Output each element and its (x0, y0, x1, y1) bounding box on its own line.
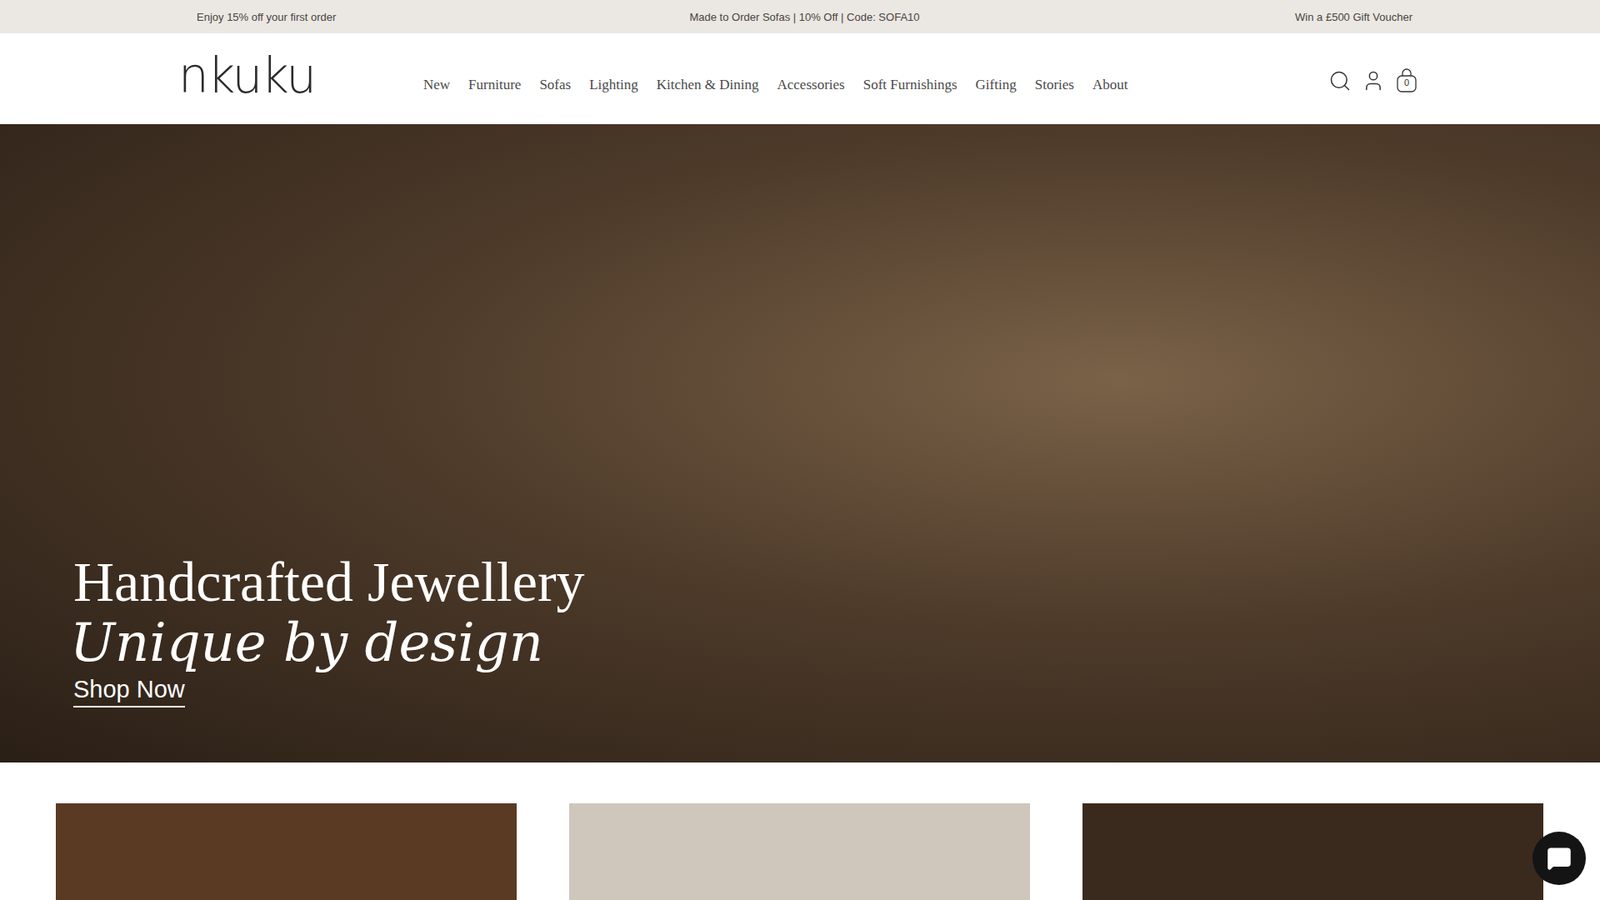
nav-item[interactable]: About (1092, 76, 1129, 94)
category-cards (0, 762, 1600, 900)
shop-now-link[interactable]: Shop Now (73, 675, 185, 708)
chat-icon (1546, 845, 1572, 871)
search-icon[interactable] (1328, 69, 1352, 93)
category-card[interactable] (55, 803, 517, 900)
nav-item[interactable]: Gifting (975, 76, 1017, 94)
header: nkukuNew Furniture Sofas Lighting Kitchen & … (0, 33, 1600, 125)
nav-item[interactable]: Stories (1035, 76, 1075, 94)
main-nav: New Furniture Sofas Lighting Kitchen & Dinin… (423, 76, 1329, 94)
account-icon[interactable] (1361, 69, 1385, 93)
category-card[interactable] (569, 803, 1030, 900)
announcement[interactable]: Win a £500 Gift Voucher (1295, 10, 1413, 24)
nav-item[interactable]: Lighting (589, 76, 639, 94)
nav-item[interactable]: Kitchen & Dining (656, 76, 760, 94)
hero-banner: Handcrafted JewelleryUnique by designSho… (0, 124, 1600, 763)
announcement-bar: Enjoy 15% off your first order Made to Or… (0, 0, 1600, 34)
nav-item[interactable]: Sofas (539, 76, 571, 94)
cart-count: 0 (1395, 77, 1419, 88)
category-card[interactable] (1082, 803, 1544, 900)
logo[interactable]: nkuku (178, 51, 424, 100)
announcement[interactable]: Enjoy 15% off your first order (196, 10, 336, 24)
announcement[interactable]: Made to Order Sofas | 10% Off | Code: SO… (689, 10, 920, 24)
header-icons: 0 (1328, 68, 1419, 94)
nav-item[interactable]: New (423, 76, 450, 94)
nav-item[interactable]: Soft Furnishings (863, 76, 958, 94)
nav-item[interactable]: Accessories (777, 76, 845, 94)
hero-title: Handcrafted Jewellery (73, 550, 1600, 614)
hero-subtitle: Unique by design (70, 612, 1600, 675)
nav-item[interactable]: Furniture (468, 76, 521, 94)
page: Enjoy 15% off your first order Made to Or… (0, 0, 1600, 900)
cart[interactable]: 0 (1395, 68, 1419, 94)
chat-button[interactable] (1532, 831, 1586, 885)
